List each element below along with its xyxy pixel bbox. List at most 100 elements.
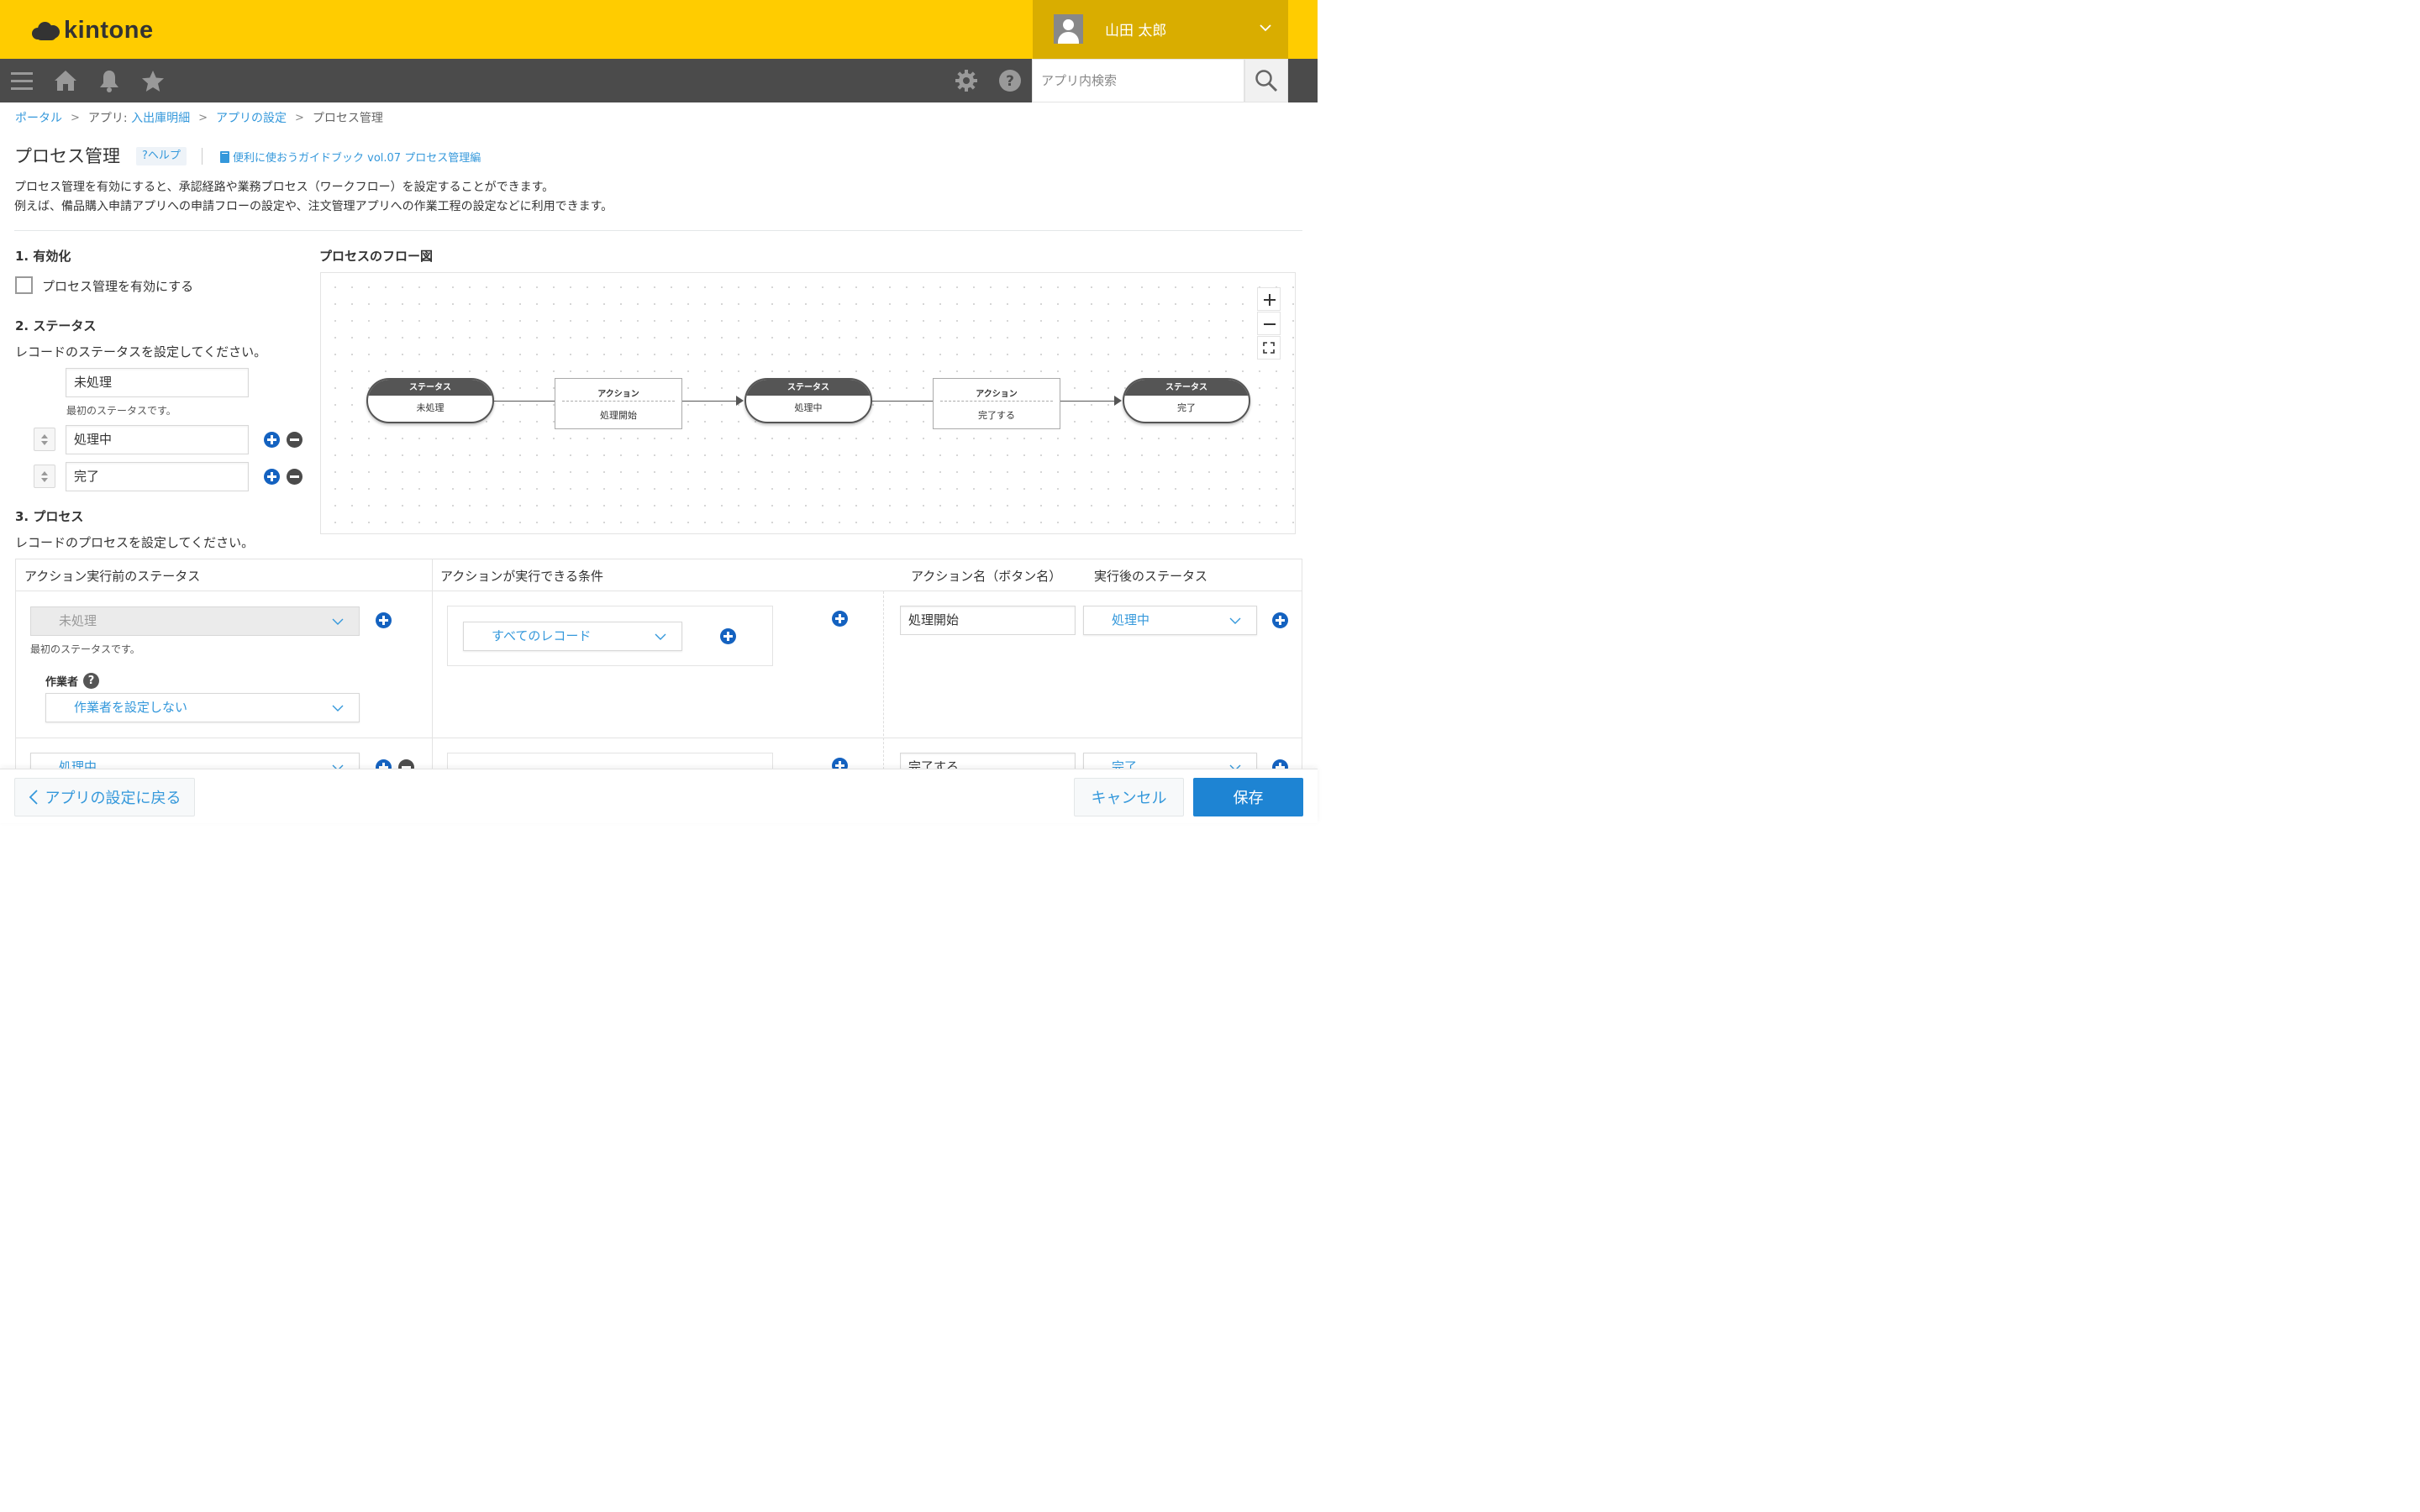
home-icon[interactable] <box>52 59 79 102</box>
cloud-logo-icon <box>32 20 60 42</box>
status-input[interactable]: 完了 <box>66 462 249 491</box>
flow-node-label: 処理開始 <box>600 410 637 421</box>
flow-node-header: ステータス <box>368 380 492 396</box>
flow-diagram[interactable]: ステータス 未処理 アクション 処理開始 ステータス 処理中 アクション 完了す… <box>320 272 1296 534</box>
enable-process-label[interactable]: プロセス管理を有効にする <box>42 277 193 295</box>
remove-status-icon[interactable] <box>287 432 302 448</box>
flow-node-label: 処理中 <box>794 402 823 413</box>
status-input[interactable]: 未処理 <box>66 368 249 397</box>
flow-connector <box>1060 401 1114 402</box>
process-instruction: レコードのプロセスを設定してください。 <box>15 535 255 550</box>
app-search-input[interactable] <box>1033 60 1244 102</box>
action-name-input[interactable]: 処理開始 <box>900 606 1076 635</box>
chevron-down-icon <box>1260 24 1271 32</box>
column-header-after-status: 実行後のステータス <box>1094 569 1208 584</box>
enable-process-checkbox[interactable] <box>15 276 33 294</box>
search-button[interactable] <box>1244 59 1288 102</box>
flow-status-node: ステータス 処理中 <box>744 378 872 423</box>
breadcrumb-separator: > <box>71 111 80 124</box>
breadcrumb-app-prefix: アプリ: <box>87 112 132 125</box>
page-title: プロセス管理 <box>14 146 120 166</box>
flow-action-node: アクション 処理開始 <box>555 378 682 429</box>
chevron-down-icon <box>655 633 666 640</box>
condition-box: すべてのレコード <box>447 606 773 666</box>
reorder-stepper[interactable] <box>34 465 55 488</box>
first-status-note: 最初のステータスです。 <box>30 643 140 655</box>
column-header-before-status: アクション実行前のステータス <box>24 569 201 584</box>
flow-node-label: 未処理 <box>416 402 445 413</box>
add-status-icon[interactable] <box>264 469 280 485</box>
section-heading-status: 2. ステータス <box>15 318 97 333</box>
divider <box>14 230 1302 231</box>
avatar <box>1054 14 1083 44</box>
gear-icon[interactable] <box>953 59 980 102</box>
fit-to-screen-icon[interactable] <box>1257 336 1281 360</box>
help-icon[interactable]: ? <box>997 59 1023 102</box>
description-line: プロセス管理を有効にすると、承認経路や業務プロセス（ワークフロー）を設定すること… <box>14 181 555 194</box>
table-divider <box>432 559 433 778</box>
back-to-settings-button[interactable]: アプリの設定に戻る <box>14 778 195 816</box>
user-name: 山田 太郎 <box>1105 23 1167 39</box>
status-input[interactable]: 処理中 <box>66 425 249 454</box>
assignee-select[interactable]: 作業者を設定しない <box>45 693 360 722</box>
after-status-select[interactable]: 処理中 <box>1083 606 1257 635</box>
add-action-icon[interactable] <box>1272 612 1288 628</box>
flow-node-label: 完了する <box>978 410 1015 421</box>
status-instruction: レコードのステータスを設定してください。 <box>15 344 267 360</box>
breadcrumb-current: プロセス管理 <box>312 112 383 125</box>
zoom-out-icon[interactable] <box>1257 312 1281 335</box>
breadcrumb: ポータル > アプリ: 入出庫明細 > アプリの設定 > プロセス管理 <box>15 109 383 126</box>
chevron-left-icon <box>29 790 38 805</box>
chevron-down-icon <box>1229 617 1241 624</box>
flow-node-header: ステータス <box>746 380 871 396</box>
guidebook-link[interactable]: 便利に使おうガイドブック vol.07 プロセス管理編 <box>220 149 481 165</box>
page-description: プロセス管理を有効にすると、承認経路や業務プロセス（ワークフロー）を設定すること… <box>14 178 613 217</box>
section-heading-process: 3. プロセス <box>15 509 84 524</box>
top-bar: kintone 山田 太郎 <box>0 0 1318 59</box>
chevron-down-icon <box>332 705 344 711</box>
save-button[interactable]: 保存 <box>1193 778 1303 816</box>
help-link[interactable]: ?ヘルプ <box>136 147 187 165</box>
flow-arrow-head <box>1114 396 1122 406</box>
before-status-select: 未処理 <box>30 606 360 636</box>
svg-text:?: ? <box>1006 73 1014 90</box>
assignee-value: 作業者を設定しない <box>74 700 188 715</box>
description-line: 例えば、備品購入申請アプリへの申請フローの設定や、注文管理アプリへの作業工程の設… <box>14 200 613 213</box>
remove-status-icon[interactable] <box>287 469 302 485</box>
condition-select[interactable]: すべてのレコード <box>463 622 682 651</box>
add-process-icon[interactable] <box>376 612 392 628</box>
cancel-button[interactable]: キャンセル <box>1074 778 1184 816</box>
breadcrumb-separator: > <box>198 111 208 124</box>
app-search-box <box>1032 59 1244 102</box>
zoom-in-icon[interactable] <box>1257 287 1281 311</box>
breadcrumb-app-settings[interactable]: アプリの設定 <box>216 109 287 126</box>
search-icon <box>1255 70 1278 92</box>
condition-value: すべてのレコード <box>492 628 592 643</box>
menu-icon[interactable] <box>8 59 35 102</box>
flow-connector <box>872 401 933 402</box>
add-condition-group-icon[interactable] <box>832 611 848 627</box>
add-status-icon[interactable] <box>264 432 280 448</box>
user-menu[interactable]: 山田 太郎 <box>1033 0 1288 59</box>
flow-node-header: ステータス <box>1124 380 1249 396</box>
star-icon[interactable] <box>139 59 166 102</box>
breadcrumb-app[interactable]: 入出庫明細 <box>131 109 190 126</box>
flow-diagram-title: プロセスのフロー図 <box>319 249 434 264</box>
flow-node-header: アクション <box>562 379 675 402</box>
kintone-logo[interactable]: kintone <box>32 17 154 45</box>
column-header-condition: アクションが実行できる条件 <box>440 569 603 584</box>
first-status-note: 最初のステータスです。 <box>66 405 176 417</box>
before-status-value: 未処理 <box>59 613 97 628</box>
process-table: アクション実行前のステータス アクションが実行できる条件 アクション名（ボタン名… <box>15 559 1302 813</box>
bell-icon[interactable] <box>96 59 123 102</box>
breadcrumb-portal[interactable]: ポータル <box>15 109 62 126</box>
divider <box>202 148 203 165</box>
section-heading-enable: 1. 有効化 <box>15 249 71 264</box>
book-icon <box>220 150 229 163</box>
add-condition-icon[interactable] <box>720 628 736 644</box>
reorder-stepper[interactable] <box>34 428 55 451</box>
flow-status-node: ステータス 完了 <box>1123 378 1250 423</box>
flow-connector <box>494 401 555 402</box>
logo-text: kintone <box>64 17 154 44</box>
help-icon[interactable]: ? <box>83 673 99 689</box>
